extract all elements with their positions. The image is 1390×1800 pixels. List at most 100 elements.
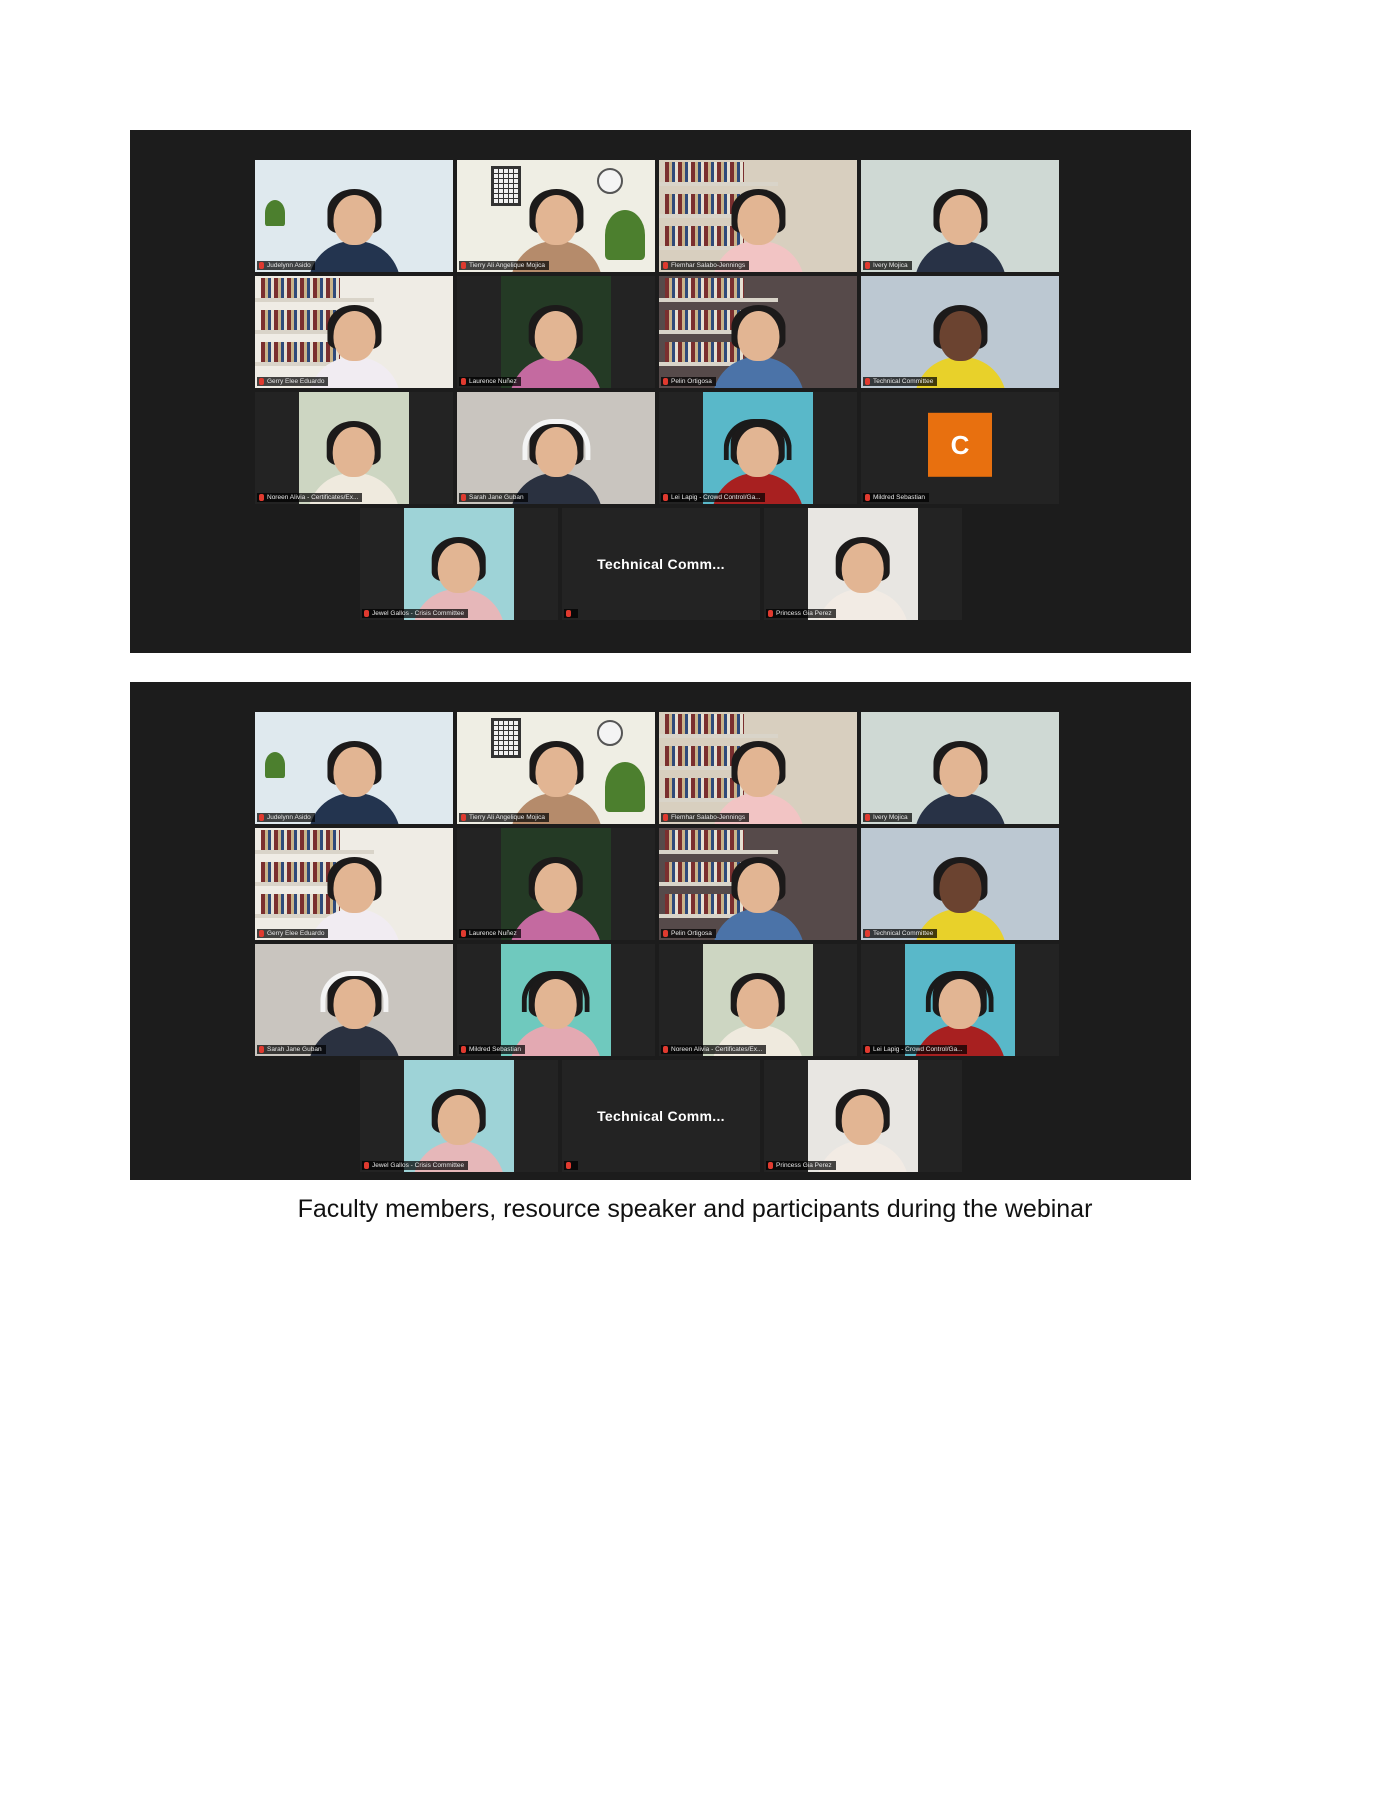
- participant-name: Sarah Jane Guban: [267, 1046, 322, 1053]
- muted-mic-icon: [364, 609, 369, 617]
- video-feed: [808, 1060, 918, 1172]
- participant-name: Pelin Ortigosa: [671, 378, 712, 385]
- participant-figure: [817, 536, 909, 620]
- headset-icon: [926, 970, 994, 1012]
- muted-mic-icon: [259, 261, 264, 269]
- participant-tile[interactable]: Laurence Nuñez: [457, 828, 655, 940]
- participant-tile[interactable]: Technical Committee: [861, 828, 1059, 940]
- participant-display-name: Technical Comm...: [597, 556, 725, 572]
- participant-name: Jewel Gallos - Crisis Committee: [372, 1162, 465, 1169]
- participant-tile[interactable]: Lei Lapig - Crowd Control/Ga...: [861, 944, 1059, 1056]
- participant-name-tag: Princess Gia Perez: [766, 609, 836, 618]
- participant-tile[interactable]: Pelin Ortigosa: [659, 828, 857, 940]
- participant-name-tag: Sarah Jane Guban: [459, 493, 528, 502]
- participant-tile[interactable]: Lei Lapig - Crowd Control/Ga...: [659, 392, 857, 504]
- participant-name: Princess Gia Perez: [776, 1162, 832, 1169]
- headset-icon: [521, 418, 590, 460]
- participant-name-tag: Jewel Gallos - Crisis Committee: [362, 609, 469, 618]
- muted-mic-icon: [259, 929, 264, 937]
- plant-icon: [265, 200, 285, 226]
- participant-name-tag: Mildred Sebastian: [863, 493, 930, 502]
- participant-tile[interactable]: Judelynn Asido: [255, 160, 453, 272]
- face: [332, 746, 375, 797]
- torso: [711, 356, 804, 388]
- shelf-icon: [659, 298, 778, 302]
- video-feed: [404, 508, 514, 620]
- participant-tile[interactable]: Tierry Ali Angelique Mojica: [457, 712, 655, 824]
- face: [534, 746, 577, 797]
- participant-name-tag: Pelin Ortigosa: [661, 377, 716, 386]
- participant-tile[interactable]: Noreen Alivia - Certificates/Ex...: [255, 392, 453, 504]
- participant-name-tag: Gerry Elee Eduardo: [257, 929, 329, 938]
- participant-tile[interactable]: Jewel Gallos - Crisis Committee: [360, 1060, 558, 1172]
- meeting-screenshot-1: Judelynn Asido Tierry Ali Angelique Mojic…: [130, 130, 1191, 653]
- participant-tile[interactable]: Ivery Mojica: [861, 160, 1059, 272]
- books-icon: [261, 278, 341, 298]
- participant-tile[interactable]: Gerry Elee Eduardo: [255, 276, 453, 388]
- meeting-screenshot-2: Judelynn Asido Tierry Ali Angelique Mojic…: [130, 682, 1191, 1180]
- participant-tile[interactable]: C Mildred Sebastian: [861, 392, 1059, 504]
- participant-tile[interactable]: Laurence Nuñez: [457, 276, 655, 388]
- headset-icon: [522, 970, 590, 1012]
- participant-name: Mildred Sebastian: [469, 1046, 522, 1053]
- video-feed: [255, 160, 453, 272]
- participant-tile[interactable]: Flemhar Salabo-Jennings: [659, 160, 857, 272]
- muted-mic-icon: [461, 261, 466, 269]
- video-feed: [659, 160, 857, 272]
- video-feed: [703, 392, 813, 504]
- participant-figure: [510, 970, 602, 1056]
- muted-mic-icon: [259, 493, 264, 501]
- torso: [510, 356, 602, 388]
- participant-name: Tierry Ali Angelique Mojica: [469, 262, 545, 269]
- participant-tile[interactable]: Princess Gia Perez: [764, 1060, 962, 1172]
- participant-tile[interactable]: Technical Comm...: [562, 508, 760, 620]
- video-feed: [255, 828, 453, 940]
- participant-name-tag: Ivery Mojica: [863, 261, 912, 270]
- participant-tile[interactable]: Jewel Gallos - Crisis Committee: [360, 508, 558, 620]
- participant-name-tag: Laurence Nuñez: [459, 929, 521, 938]
- participant-tile[interactable]: Judelynn Asido: [255, 712, 453, 824]
- participant-tile[interactable]: Tierry Ali Angelique Mojica: [457, 160, 655, 272]
- participant-name-tag: Mildred Sebastian: [459, 1045, 526, 1054]
- participant-name-tag: Flemhar Salabo-Jennings: [661, 813, 750, 822]
- face: [535, 862, 577, 913]
- participant-tile[interactable]: Flemhar Salabo-Jennings: [659, 712, 857, 824]
- participant-tile[interactable]: Technical Committee: [861, 276, 1059, 388]
- books-icon: [665, 278, 745, 298]
- participant-tile[interactable]: Pelin Ortigosa: [659, 276, 857, 388]
- participant-name-tag: Technical Committee: [863, 377, 938, 386]
- participant-grid: Judelynn Asido Tierry Ali Angelique Mojic…: [130, 682, 1191, 1180]
- participant-tile[interactable]: Technical Comm...: [562, 1060, 760, 1172]
- video-feed: [255, 276, 453, 388]
- muted-mic-icon: [663, 377, 668, 385]
- participant-name-tag: Jewel Gallos - Crisis Committee: [362, 1161, 469, 1170]
- participant-name: Laurence Nuñez: [469, 930, 517, 937]
- participant-tile[interactable]: Princess Gia Perez: [764, 508, 962, 620]
- participant-name: Judelynn Asido: [267, 814, 311, 821]
- participant-tile[interactable]: Sarah Jane Guban: [457, 392, 655, 504]
- figure-caption: Faculty members, resource speaker and pa…: [297, 1195, 1093, 1223]
- face: [332, 862, 375, 913]
- participant-name: Lei Lapig - Crowd Control/Ga...: [873, 1046, 963, 1053]
- participant-display-name: Technical Comm...: [597, 1108, 725, 1124]
- books-icon: [665, 830, 745, 850]
- video-feed: [457, 712, 655, 824]
- muted-mic-icon: [865, 929, 870, 937]
- video-feed: [905, 944, 1015, 1056]
- participant-tile[interactable]: Noreen Alivia - Certificates/Ex...: [659, 944, 857, 1056]
- participant-tile[interactable]: Mildred Sebastian: [457, 944, 655, 1056]
- muted-mic-icon: [865, 261, 870, 269]
- torso: [307, 792, 400, 824]
- face: [938, 746, 981, 797]
- face: [534, 194, 577, 245]
- participant-tile[interactable]: Gerry Elee Eduardo: [255, 828, 453, 940]
- participant-name: Flemhar Salabo-Jennings: [671, 262, 746, 269]
- participant-name: Gerry Elee Eduardo: [267, 930, 325, 937]
- participant-tile[interactable]: Ivery Mojica: [861, 712, 1059, 824]
- video-feed: [861, 276, 1059, 388]
- muted-mic-icon: [461, 493, 466, 501]
- video-feed: [861, 712, 1059, 824]
- participant-tile[interactable]: Sarah Jane Guban: [255, 944, 453, 1056]
- face: [332, 194, 375, 245]
- participant-name-tag: Technical Committee: [863, 929, 938, 938]
